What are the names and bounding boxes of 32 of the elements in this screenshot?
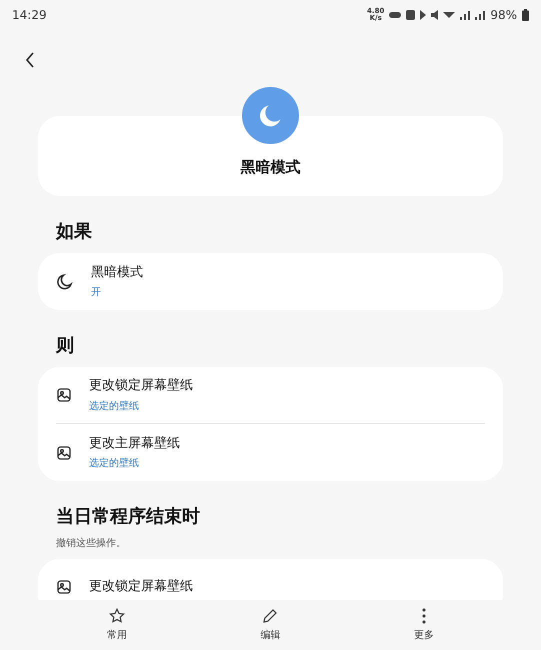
rule-title: 黑暗模式 xyxy=(91,264,143,282)
section-heading: 则 xyxy=(56,334,75,358)
rule-row[interactable]: 黑暗模式 开 xyxy=(56,253,485,310)
mute-icon xyxy=(431,10,438,20)
rule-title: 更改锁定屏幕壁纸 xyxy=(89,578,193,596)
more-icon xyxy=(421,607,428,625)
status-time: 14:29 xyxy=(12,7,47,24)
signal-icon xyxy=(460,10,470,20)
image-icon xyxy=(56,444,72,460)
battery-icon xyxy=(522,9,529,21)
moon-icon xyxy=(56,272,74,290)
nav-button[interactable]: 编辑 xyxy=(240,607,300,643)
rule-subtitle: 选定的壁纸 xyxy=(89,456,140,472)
battery-level: 98% xyxy=(490,7,517,24)
rule-row[interactable]: 更改锁定屏幕壁纸 选定的壁纸 xyxy=(56,367,485,424)
signal-icon xyxy=(475,10,486,20)
section-description: 撤销这些操作。 xyxy=(56,536,127,551)
section-heading: 如果 xyxy=(56,220,93,244)
rule-row[interactable]: 更改主屏幕壁纸 选定的壁纸 xyxy=(56,424,485,481)
section-heading: 当日常程序结束时 xyxy=(56,505,201,529)
rule-subtitle: 开 xyxy=(91,286,102,300)
rule-subtitle: 选定的壁纸 xyxy=(89,400,140,414)
star-icon xyxy=(108,607,126,625)
rule-title: 更改主屏幕壁纸 xyxy=(89,434,180,453)
image-icon xyxy=(56,387,72,403)
nav-button[interactable]: 更多 xyxy=(394,607,454,643)
routine-title: 黑暗模式 xyxy=(240,156,300,178)
back-icon xyxy=(25,52,35,68)
image-icon xyxy=(56,579,72,595)
rule-title: 更改锁定屏幕壁纸 xyxy=(89,377,193,396)
pencil-icon xyxy=(261,607,280,625)
nav-button[interactable]: 常用 xyxy=(86,607,147,643)
